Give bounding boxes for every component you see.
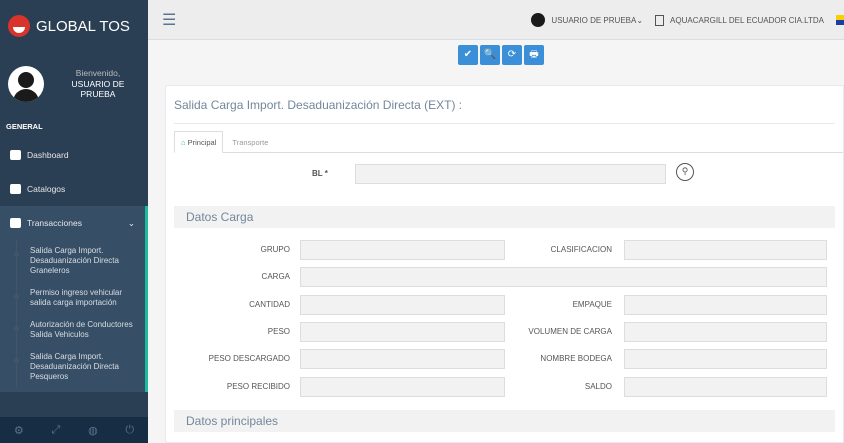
nombre-bodega-label: NOMBRE BODEGA: [540, 354, 612, 363]
section-general: GENERAL: [6, 122, 43, 131]
section-datos-carga: Datos Carga: [174, 206, 835, 228]
carga-label: CARGA: [261, 272, 290, 281]
empaque-field[interactable]: [624, 295, 827, 315]
bl-label: BL *: [312, 169, 328, 178]
menu-toggle-icon[interactable]: ☰: [162, 10, 176, 30]
submenu-item-pesqueros[interactable]: Salida Carga Import. Desaduanización Dir…: [0, 346, 145, 388]
submenu-item-autorizacion[interactable]: Autorización de Conductores Salida Vehic…: [0, 314, 145, 346]
cantidad-label: CANTIDAD: [249, 300, 290, 309]
carga-field[interactable]: [300, 267, 827, 287]
peso-recibido-field[interactable]: [300, 377, 505, 397]
chevron-down-icon: ⌄: [127, 217, 135, 228]
brand[interactable]: GLOBAL TOS: [0, 0, 148, 52]
peso-label: PESO: [267, 327, 290, 336]
brand-title: GLOBAL TOS: [36, 17, 130, 35]
building-icon: [655, 14, 665, 26]
bl-input[interactable]: [355, 164, 666, 184]
fullscreen-icon[interactable]: ⤢: [52, 424, 61, 437]
company-selector[interactable]: AQUACARGILL DEL ECUADOR CIA.LTDA: [655, 14, 824, 26]
grupo-label: GRUPO: [260, 245, 290, 254]
clasificacion-label: CLASIFICACION: [550, 245, 612, 254]
user-menu[interactable]: USUARIO DE PRUEBA: [551, 16, 636, 25]
home-icon: ⌂: [181, 138, 188, 147]
section-datos-principales: Datos principales: [174, 410, 835, 432]
grupo-field[interactable]: [300, 240, 505, 260]
topbar: ☰ USUARIO DE PRUEBA ⌄ AQUACARGILL DEL EC…: [148, 0, 844, 40]
saldo-field[interactable]: [624, 377, 827, 397]
clasificacion-field[interactable]: [624, 240, 827, 260]
sidebar: GLOBAL TOS Bienvenido, USUARIO DE PRUEBA …: [0, 0, 148, 443]
refresh-button[interactable]: ⟳: [502, 45, 522, 65]
lock-icon[interactable]: ◍: [88, 424, 98, 437]
sidebar-item-transacciones[interactable]: Transacciones ⌄: [0, 206, 148, 240]
submenu-item-permiso[interactable]: Permiso ingreso vehicular salida carga i…: [0, 282, 145, 314]
tabs: ⌂ Principal Transporte: [174, 131, 843, 153]
saldo-label: SALDO: [584, 382, 612, 391]
logo-icon: [8, 15, 30, 37]
volumen-label: VOLUMEN DE CARGA: [528, 327, 612, 336]
tab-transporte[interactable]: Transporte: [225, 131, 275, 153]
peso-field[interactable]: [300, 322, 505, 342]
chevron-down-icon: ⌄: [636, 15, 644, 25]
bl-search-icon[interactable]: ⚲: [676, 163, 694, 181]
volumen-field[interactable]: [624, 322, 827, 342]
sidebar-item-catalogos[interactable]: Catalogos: [0, 172, 148, 206]
cantidad-field[interactable]: [300, 295, 505, 315]
toolbar: ✔ 🔍 ⟳ 🖶: [458, 45, 544, 65]
power-icon[interactable]: ⏻: [125, 424, 134, 437]
sidebar-item-label: Dashboard: [27, 150, 69, 160]
profile: Bienvenido, USUARIO DE PRUEBA: [0, 52, 148, 116]
welcome-text: Bienvenido,: [75, 68, 121, 79]
sidebar-item-label: Transacciones: [27, 218, 82, 228]
user-icon: [531, 13, 546, 27]
sidebar-item-label: Catalogos: [27, 184, 66, 194]
dashboard-icon: [10, 150, 21, 160]
sidebar-item-dashboard[interactable]: Dashboard: [0, 138, 148, 172]
settings-icon[interactable]: ⚙: [14, 424, 24, 437]
book-icon: [10, 184, 21, 194]
submenu-item-graneleros[interactable]: Salida Carga Import. Desaduanización Dir…: [0, 240, 145, 282]
search-button[interactable]: 🔍: [480, 45, 500, 65]
submenu: Salida Carga Import. Desaduanización Dir…: [0, 240, 148, 392]
username: USUARIO DE PRUEBA: [71, 78, 125, 100]
peso-descargado-label: PESO DESCARGADO: [208, 354, 290, 363]
avatar: [8, 66, 44, 102]
gears-icon: [10, 218, 21, 228]
peso-recibido-label: PESO RECIBIDO: [226, 382, 290, 391]
empaque-label: EMPAQUE: [572, 300, 612, 309]
nombre-bodega-field[interactable]: [624, 349, 827, 369]
company-name: AQUACARGILL DEL ECUADOR CIA.LTDA: [670, 15, 824, 25]
sidebar-footer: ⚙ ⤢ ◍ ⏻: [0, 417, 148, 443]
accept-button[interactable]: ✔: [458, 45, 478, 65]
flag-icon[interactable]: [836, 15, 844, 25]
peso-descargado-field[interactable]: [300, 349, 505, 369]
page-title: Salida Carga Import. Desaduanización Dir…: [174, 86, 835, 124]
tab-label: Principal: [187, 138, 217, 147]
main-panel: Salida Carga Import. Desaduanización Dir…: [165, 85, 844, 443]
tab-principal[interactable]: ⌂ Principal: [174, 131, 224, 153]
print-button[interactable]: 🖶: [524, 45, 544, 65]
